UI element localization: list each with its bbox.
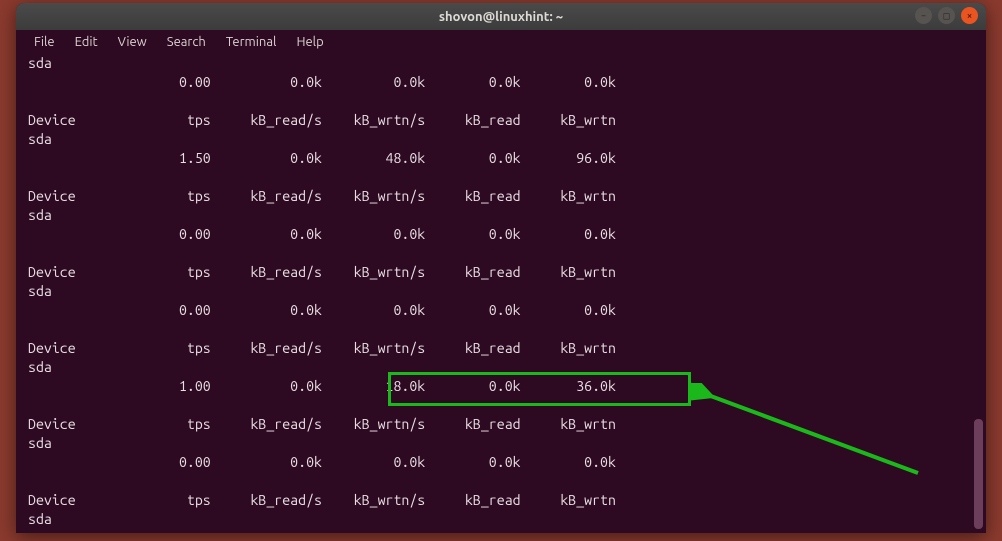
terminal-line [28,396,986,415]
menu-view[interactable]: View [110,33,155,51]
terminal-line: Device tps kB_read/s kB_wrtn/s kB_read k… [28,491,986,510]
menu-file[interactable]: File [26,33,63,51]
terminal-line: sda [28,130,986,149]
maximize-icon: □ [943,11,949,21]
terminal-line [28,244,986,263]
titlebar[interactable]: shovon@linuxhint: ~ – □ × [16,3,986,30]
close-icon: × [967,11,973,21]
terminal-window: shovon@linuxhint: ~ – □ × File Edit View… [16,3,986,533]
terminal-line: sda [28,282,986,301]
terminal-line: 1.00 0.0k 18.0k 0.0k 36.0k [28,377,986,396]
minimize-icon: – [921,11,927,21]
terminal-line: sda [28,358,986,377]
terminal-line: Device tps kB_read/s kB_wrtn/s kB_read k… [28,263,986,282]
terminal-line: Device tps kB_read/s kB_wrtn/s kB_read k… [28,415,986,434]
terminal-line: 0.00 0.0k 0.0k 0.0k 0.0k [28,453,986,472]
window-title: shovon@linuxhint: ~ [16,10,986,24]
minimize-button[interactable]: – [915,7,932,24]
terminal-line [28,168,986,187]
terminal-line: sda [28,206,986,225]
menu-edit[interactable]: Edit [67,33,106,51]
terminal-line [28,92,986,111]
terminal-line: Device tps kB_read/s kB_wrtn/s kB_read k… [28,111,986,130]
terminal-line: sda [28,54,986,73]
terminal-line: 0.00 0.0k 0.0k 0.0k 0.0k [28,225,986,244]
terminal-line [28,472,986,491]
scrollbar[interactable] [974,55,983,529]
terminal-line: 1.50 0.0k 48.0k 0.0k 96.0k [28,149,986,168]
menu-terminal[interactable]: Terminal [218,33,285,51]
close-button[interactable]: × [961,7,978,24]
terminal-line: 0.00 0.0k 0.0k 0.0k 0.0k [28,301,986,320]
menu-help[interactable]: Help [288,33,331,51]
terminal-line: Device tps kB_read/s kB_wrtn/s kB_read k… [28,187,986,206]
maximize-button[interactable]: □ [938,7,955,24]
menu-search[interactable]: Search [159,33,214,51]
terminal-line: sda [28,510,986,529]
terminal-line: 0.00 0.0k 0.0k 0.0k 0.0k [28,73,986,92]
terminal-output[interactable]: sda 0.00 0.0k 0.0k 0.0k 0.0k Device tps k… [16,54,986,529]
terminal-line: sda [28,434,986,453]
terminal-line: Device tps kB_read/s kB_wrtn/s kB_read k… [28,339,986,358]
scroll-thumb[interactable] [974,419,983,529]
window-controls: – □ × [915,7,978,24]
terminal-line [28,320,986,339]
menubar: File Edit View Search Terminal Help [16,30,986,54]
